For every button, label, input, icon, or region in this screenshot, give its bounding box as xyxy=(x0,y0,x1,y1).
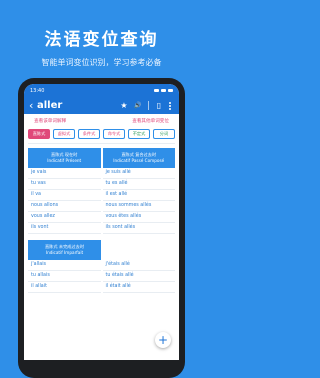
table-row: ils sont allés xyxy=(102,223,175,234)
signal-icon xyxy=(154,89,159,92)
present-header: 直陈式 现在时 Indicatif Présent xyxy=(28,148,101,168)
table-row: vous allez xyxy=(28,212,101,223)
status-time: 13:40 xyxy=(30,87,45,94)
hero-subtitle: 智能单词变位识别，学习参考必备 xyxy=(41,58,162,67)
table-row: je suis allé xyxy=(102,168,175,179)
passe-compose-column: 直陈式 复合过去时 Indicatif Passé Composé je sui… xyxy=(102,148,175,234)
tab-imperative[interactable]: 命令式 xyxy=(103,129,125,139)
tab-indicative[interactable]: 直陈式 xyxy=(28,129,50,139)
status-bar: 13:40 xyxy=(24,84,179,97)
conjugation-table-2: j'allais tu allais il allait j'étais all… xyxy=(28,260,175,293)
table-row: nous sommes allés xyxy=(102,201,175,212)
table-row: je vais xyxy=(28,168,101,179)
tab-infinitive[interactable]: 不定式 xyxy=(128,129,150,139)
add-fab-button[interactable]: + xyxy=(155,332,171,348)
table-row: il allait xyxy=(28,282,101,293)
table-row: tu vas xyxy=(28,179,101,190)
divider xyxy=(28,143,175,144)
table-row: nous allons xyxy=(28,201,101,212)
tab-conditional[interactable]: 条件式 xyxy=(78,129,100,139)
table-row: j'étais allé xyxy=(102,260,175,271)
back-icon[interactable]: ‹ xyxy=(29,97,37,114)
tab-participle[interactable]: 分词 xyxy=(153,129,175,139)
present-column: 直陈式 现在时 Indicatif Présent je vais tu vas… xyxy=(28,148,101,234)
tab-subjunctive[interactable]: 虚拟式 xyxy=(53,129,75,139)
battery-icon xyxy=(168,89,173,92)
word-title: aller xyxy=(37,100,63,111)
table-row: tu allais xyxy=(28,271,101,282)
phone-screen: 13:40 ‹ aller ★ 🔊 ▯ 查看该单词解释 查看其他单词变位 直陈式… xyxy=(24,84,179,360)
plus-que-parfait-column: j'étais allé tu étais allé il était allé xyxy=(102,260,175,293)
mood-tabs: 直陈式 虚拟式 条件式 命令式 不定式 分词 xyxy=(24,128,179,143)
more-icon[interactable] xyxy=(166,101,174,110)
passe-compose-header: 直陈式 复合过去时 Indicatif Passé Composé xyxy=(102,148,175,168)
status-icons xyxy=(154,89,173,92)
copy-icon[interactable]: ▯ xyxy=(152,101,166,110)
link-row: 查看该单词解释 查看其他单词变位 xyxy=(24,114,179,128)
imparfait-header: 直陈式 未完成过去时 Indicatif Imparfait xyxy=(28,240,101,260)
view-definition-link[interactable]: 查看该单词解释 xyxy=(34,118,66,124)
table-row: il était allé xyxy=(102,282,175,293)
table-row: il va xyxy=(28,190,101,201)
imparfait-header-fr: Indicatif Imparfait xyxy=(45,250,84,255)
star-icon[interactable]: ★ xyxy=(117,101,131,110)
imparfait-column: j'allais tu allais il allait xyxy=(28,260,101,293)
table-row: vous êtes allés xyxy=(102,212,175,223)
passe-compose-header-fr: Indicatif Passé Composé xyxy=(113,158,165,163)
wifi-icon xyxy=(161,89,166,92)
table-row: ils vont xyxy=(28,223,101,234)
table-row: j'allais xyxy=(28,260,101,271)
hero-title: 法语变位查询 xyxy=(44,30,159,50)
table-row: il est allé xyxy=(102,190,175,201)
present-header-fr: Indicatif Présent xyxy=(47,158,82,163)
appbar-divider xyxy=(148,101,149,110)
conjugation-table-1: 直陈式 现在时 Indicatif Présent je vais tu vas… xyxy=(28,148,175,234)
speaker-icon[interactable]: 🔊 xyxy=(131,102,145,109)
table-row: tu es allé xyxy=(102,179,175,190)
table-row: tu étais allé xyxy=(102,271,175,282)
app-bar: ‹ aller ★ 🔊 ▯ xyxy=(24,97,179,114)
other-word-link[interactable]: 查看其他单词变位 xyxy=(132,118,169,124)
